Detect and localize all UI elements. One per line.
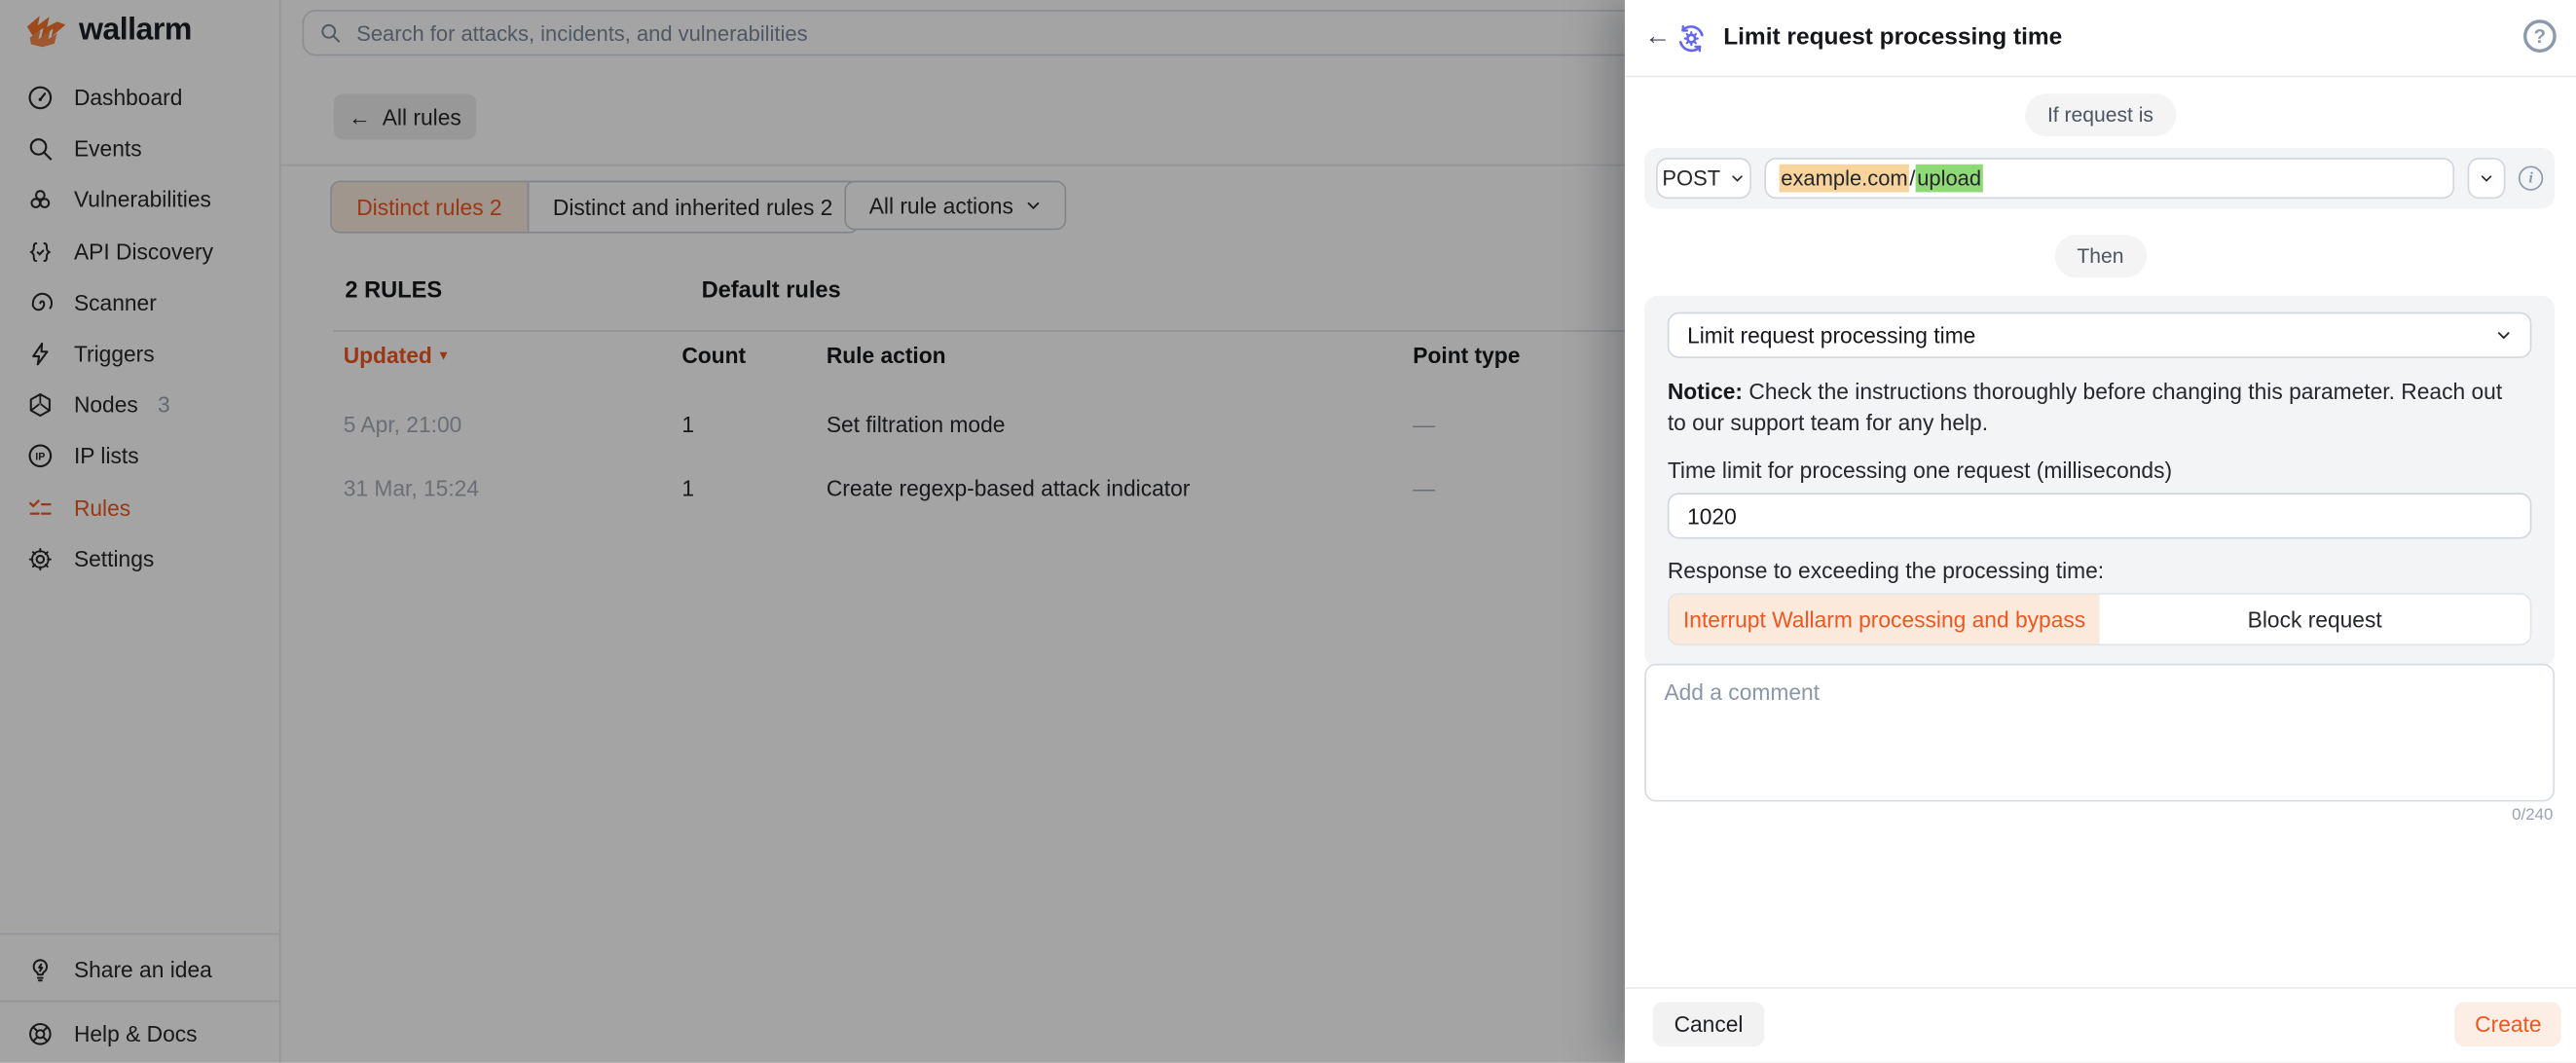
- option-block-request[interactable]: Block request: [2100, 595, 2530, 644]
- response-label: Response to exceeding the processing tim…: [1668, 559, 2532, 583]
- uri-host-token: example.com: [1780, 165, 1910, 193]
- condition-row: POST example.com/upload i: [1644, 148, 2555, 208]
- notice-text: Notice: Check the instructions thoroughl…: [1668, 376, 2514, 438]
- time-limit-label: Time limit for processing one request (m…: [1668, 458, 2532, 483]
- uri-options-button[interactable]: [2468, 158, 2506, 199]
- app-root: wallarm Dashboard Events Vulnerabilities…: [0, 0, 2576, 1063]
- help-circle-icon[interactable]: ?: [2523, 19, 2557, 53]
- http-method-select[interactable]: POST: [1656, 158, 1751, 199]
- sync-gear-icon: [1674, 20, 1709, 55]
- create-button[interactable]: Create: [2455, 1002, 2561, 1046]
- footer-divider: [1625, 987, 2576, 989]
- method-value: POST: [1662, 165, 1720, 190]
- response-segmented-control: Interrupt Wallarm processing and bypass …: [1668, 593, 2532, 645]
- if-request-pill: If request is: [2024, 93, 2176, 136]
- uri-input[interactable]: example.com/upload: [1764, 158, 2454, 199]
- drawer-back-button[interactable]: ←: [1641, 21, 1674, 55]
- drawer-title: Limit request processing time: [1723, 24, 2062, 51]
- notice-label: Notice:: [1668, 380, 1743, 404]
- action-panel: Limit request processing time Notice: Ch…: [1644, 296, 2555, 667]
- rule-drawer: ← Limit request processing time ? If req…: [1625, 0, 2576, 1063]
- time-limit-input[interactable]: [1668, 493, 2532, 538]
- rule-action-value: Limit request processing time: [1687, 323, 1975, 348]
- chevron-down-icon: [1730, 171, 1745, 186]
- info-icon[interactable]: i: [2519, 165, 2543, 190]
- rule-action-select[interactable]: Limit request processing time: [1668, 312, 2532, 358]
- chevron-down-icon: [2495, 327, 2512, 344]
- option-interrupt-bypass[interactable]: Interrupt Wallarm processing and bypass: [1670, 595, 2100, 644]
- uri-path-token: upload: [1916, 165, 1983, 193]
- then-pill: Then: [2054, 235, 2147, 277]
- notice-body: Check the instructions thoroughly before…: [1668, 380, 2502, 435]
- cancel-button[interactable]: Cancel: [1653, 1002, 1765, 1046]
- comment-textarea[interactable]: [1644, 664, 2555, 802]
- back-arrow-icon: ←: [1644, 23, 1671, 53]
- drawer-header: ← Limit request processing time ?: [1625, 0, 2576, 77]
- comment-counter: 0/240: [2512, 807, 2553, 825]
- chevron-down-icon: [2479, 171, 2493, 186]
